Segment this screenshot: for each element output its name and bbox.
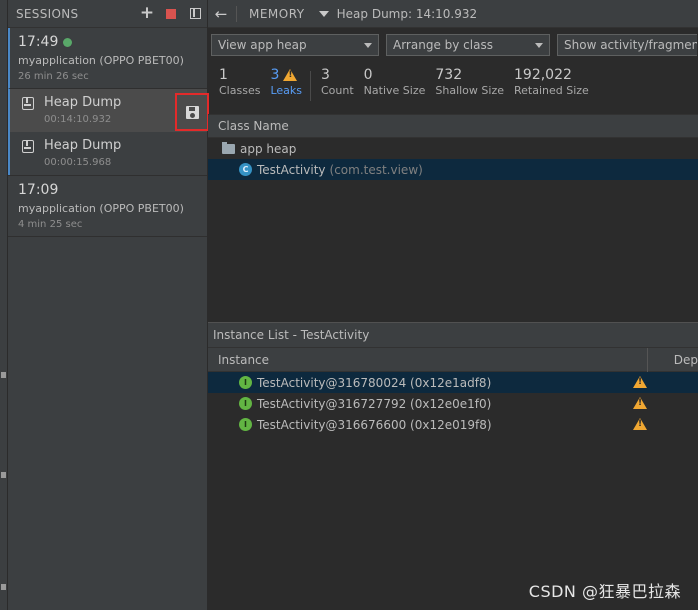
heap-dump-icon xyxy=(22,97,34,110)
stat-label: Retained Size xyxy=(514,84,589,97)
class-tree-row[interactable]: C TestActivity (com.test.view) xyxy=(208,159,698,180)
session-time-label: 17:49 xyxy=(18,34,59,50)
instance-name: TestActivity@316780024 (0x12e1adf8) xyxy=(257,375,492,390)
stat-value: 732 xyxy=(435,67,463,83)
instance-name: TestActivity@316727792 (0x12e0e1f0) xyxy=(257,396,492,411)
stat-classes: 1 Classes xyxy=(219,67,270,112)
instance-list-title: Instance List - TestActivity xyxy=(208,323,698,348)
profiler-selector[interactable]: MEMORY xyxy=(249,7,305,21)
stat-value: 0 xyxy=(363,67,373,83)
stat-native-size: 0 Native Size xyxy=(364,67,436,112)
back-button[interactable]: ← xyxy=(208,5,234,23)
class-package: (com.test.view) xyxy=(329,162,423,177)
leak-count: 3 xyxy=(270,67,280,83)
stat-leaks[interactable]: 3 Leaks xyxy=(270,67,312,112)
warning-icon xyxy=(633,397,647,409)
artifact-time: 00:14:10.932 xyxy=(44,114,112,125)
stat-label: Shallow Size xyxy=(435,84,504,97)
instance-icon: I xyxy=(239,397,252,410)
instance-icon: I xyxy=(239,376,252,389)
class-table: Class Name app heap C TestActivity (com.… xyxy=(208,114,698,324)
class-icon: C xyxy=(239,163,252,176)
instance-row[interactable]: I TestActivity@316676600 (0x12e019f8) xyxy=(208,414,698,435)
filter-bar: View app heap Arrange by class Show acti… xyxy=(208,28,698,62)
instance-row[interactable]: I TestActivity@316727792 (0x12e0e1f0) xyxy=(208,393,698,414)
stop-icon xyxy=(166,8,176,19)
stat-label: Native Size xyxy=(363,84,426,97)
activity-leak-filter-label: Show activity/fragment leaks xyxy=(564,38,697,52)
tool-tab-marker[interactable] xyxy=(1,584,6,590)
sessions-title: SESSIONS xyxy=(16,6,79,21)
stats-separator xyxy=(310,71,311,101)
instance-table-header: Instance Dep xyxy=(208,347,698,372)
arrange-select-value: Arrange by class xyxy=(393,38,493,52)
session-item[interactable]: 17:09 myapplication (OPPO PBET00) 4 min … xyxy=(8,175,207,237)
plus-icon: + xyxy=(139,3,155,23)
session-time: 17:09 xyxy=(18,182,59,198)
artifact-time: 00:00:15.968 xyxy=(44,157,112,168)
stat-value: 3 xyxy=(270,67,302,83)
stat-label: Leaks xyxy=(270,84,302,97)
tool-tab-marker[interactable] xyxy=(1,372,6,378)
instance-name: TestActivity@316676600 (0x12e019f8) xyxy=(257,417,492,432)
stat-value: 192,022 xyxy=(514,67,572,83)
save-heap-dump-button[interactable] xyxy=(175,93,209,131)
heap-dump-icon xyxy=(22,140,34,153)
toolbar-separator xyxy=(236,5,237,22)
heap-tree-row[interactable]: app heap xyxy=(208,138,698,159)
profiler-toolbar: ← MEMORY Heap Dump: 14:10.932 xyxy=(208,0,698,28)
arrange-select[interactable]: Arrange by class xyxy=(386,34,550,56)
heap-dump-artifact[interactable]: Heap Dump 00:00:15.968 xyxy=(8,132,207,175)
stat-shallow-size: 732 Shallow Size xyxy=(435,67,514,112)
chevron-down-icon xyxy=(364,43,372,48)
heap-select-value: View app heap xyxy=(218,38,307,52)
session-time: 17:49 xyxy=(18,34,207,50)
depth-column-header[interactable]: Dep xyxy=(648,353,698,367)
activity-leak-filter[interactable]: Show activity/fragment leaks xyxy=(557,34,697,56)
folder-icon xyxy=(222,141,235,154)
recording-dot-icon xyxy=(63,37,73,47)
artifact-name: Heap Dump xyxy=(44,138,122,153)
heap-select[interactable]: View app heap xyxy=(211,34,379,56)
capture-title: Heap Dump: 14:10.932 xyxy=(336,6,478,21)
instance-row[interactable]: I TestActivity@316780024 (0x12e1adf8) xyxy=(208,372,698,393)
save-icon xyxy=(185,105,199,119)
chevron-down-icon xyxy=(535,43,543,48)
instance-list-panel: Instance List - TestActivity Instance De… xyxy=(208,322,698,610)
stat-count: 3 Count xyxy=(321,67,364,112)
tool-tab-marker[interactable] xyxy=(1,472,6,478)
heap-stats: 1 Classes 3 Leaks 3 Count 0 Native Size … xyxy=(208,62,698,112)
stat-retained-size: 192,022 Retained Size xyxy=(514,67,599,112)
warning-icon xyxy=(283,69,298,81)
instance-icon: I xyxy=(239,418,252,431)
class-name-column-header[interactable]: Class Name xyxy=(208,114,698,138)
class-name: TestActivity xyxy=(257,162,326,177)
collapse-sessions-button[interactable] xyxy=(183,3,207,25)
memory-profiler: ← MEMORY Heap Dump: 14:10.932 View app h… xyxy=(208,0,698,610)
session-app: myapplication (OPPO PBET00) xyxy=(18,202,184,215)
profiler-dropdown-icon[interactable] xyxy=(318,10,329,17)
stat-label: Classes xyxy=(219,84,261,97)
new-session-button[interactable]: + xyxy=(135,3,159,25)
watermark: CSDN @狂暴巴拉森 xyxy=(528,582,681,601)
session-duration: 26 min 26 sec xyxy=(18,71,89,82)
stop-session-button[interactable] xyxy=(159,3,183,25)
session-app: myapplication (OPPO PBET00) xyxy=(18,54,184,67)
heap-name: app heap xyxy=(240,141,297,156)
sessions-header: SESSIONS + xyxy=(8,0,207,28)
instance-column-header[interactable]: Instance xyxy=(208,347,648,372)
session-item[interactable]: 17:49 myapplication (OPPO PBET00) 26 min… xyxy=(8,28,207,89)
stat-value: 1 xyxy=(219,67,228,83)
layout-icon xyxy=(189,8,201,19)
tool-window-strip xyxy=(0,0,8,610)
stat-label: Count xyxy=(321,84,354,97)
stat-value: 3 xyxy=(321,67,330,83)
warning-icon xyxy=(633,418,647,430)
artifact-name: Heap Dump xyxy=(44,95,122,110)
sessions-panel: SESSIONS + 17:49 myapplication (OPPO PBE… xyxy=(8,0,208,610)
warning-icon xyxy=(633,376,647,388)
session-duration: 4 min 25 sec xyxy=(18,219,83,230)
